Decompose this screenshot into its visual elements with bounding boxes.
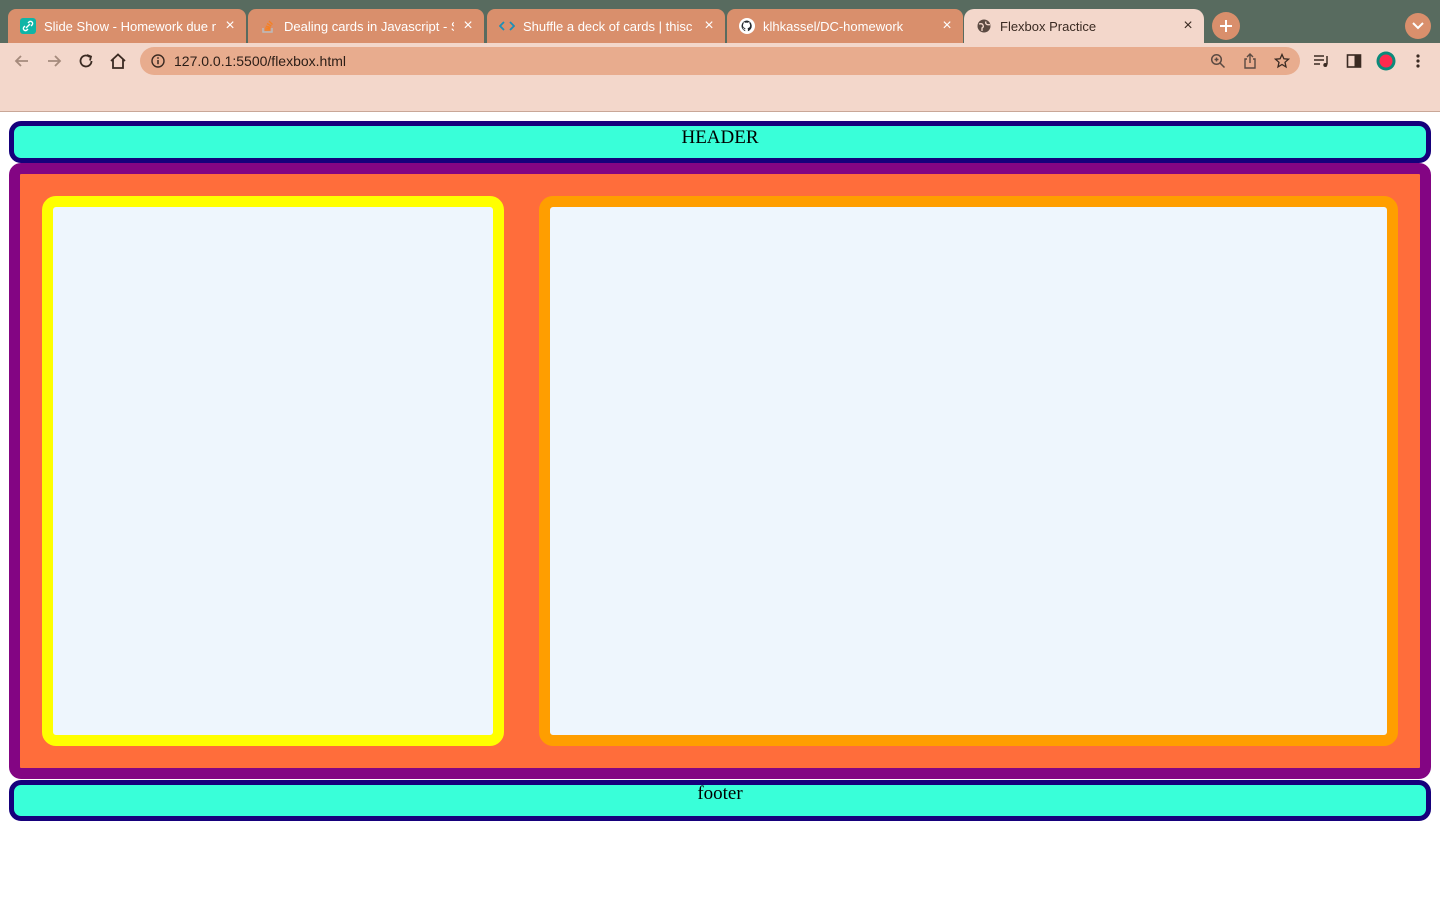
tab-strip: Slide Show - Homework due n × Dealing ca… <box>0 0 1440 43</box>
more-vertical-icon <box>1416 54 1420 68</box>
share-icon <box>1244 53 1256 69</box>
left-panel <box>42 196 504 746</box>
tab-slide-show[interactable]: Slide Show - Homework due n × <box>8 9 246 43</box>
tab-title: Flexbox Practice <box>1000 18 1097 34</box>
bookmark-button[interactable] <box>1272 51 1292 71</box>
profile-button[interactable] <box>1376 51 1396 71</box>
url-text: 127.0.0.1:5500/flexbox.html <box>174 53 347 69</box>
arrow-right-icon <box>48 55 62 67</box>
reload-icon <box>79 54 93 68</box>
main-container <box>9 163 1431 779</box>
forward-button[interactable] <box>44 51 64 71</box>
close-icon[interactable]: × <box>1180 18 1196 34</box>
stack-overflow-icon <box>260 18 276 34</box>
tab-title: klhkassel/DC-homework <box>763 18 904 34</box>
link-icon <box>20 18 36 34</box>
tab-dealing-cards[interactable]: Dealing cards in Javascript - S × <box>248 9 484 43</box>
home-button[interactable] <box>108 51 128 71</box>
reload-button[interactable] <box>76 51 96 71</box>
tab-title: Slide Show - Homework due n <box>44 18 216 34</box>
tab-shuffle-deck[interactable]: Shuffle a deck of cards | thisc × <box>487 9 725 43</box>
page-footer: footer <box>9 780 1431 821</box>
close-icon[interactable]: × <box>939 18 955 34</box>
github-icon <box>739 18 755 34</box>
home-icon <box>110 53 126 69</box>
tab-title: Dealing cards in Javascript - S <box>284 18 454 34</box>
avatar <box>1376 51 1396 71</box>
close-icon[interactable]: × <box>222 18 238 34</box>
plus-icon <box>1220 20 1232 32</box>
star-icon <box>1274 53 1290 69</box>
tab-github-dc-homework[interactable]: klhkassel/DC-homework × <box>727 9 963 43</box>
reading-list-button[interactable] <box>1312 51 1332 71</box>
share-button[interactable] <box>1240 51 1260 71</box>
tab-title: Shuffle a deck of cards | thisc <box>523 18 693 34</box>
zoom-icon <box>1210 53 1226 69</box>
back-button[interactable] <box>12 51 32 71</box>
page-header: HEADER <box>9 121 1431 163</box>
browser-toolbar: 127.0.0.1:5500/flexbox.html <box>0 43 1440 79</box>
right-panel <box>539 196 1398 746</box>
close-icon[interactable]: × <box>701 18 717 34</box>
tab-flexbox-practice[interactable]: Flexbox Practice × <box>964 9 1204 43</box>
bookmarks-bar <box>0 79 1440 112</box>
arrow-left-icon <box>14 55 28 67</box>
tab-search-button[interactable] <box>1405 13 1431 39</box>
menu-button[interactable] <box>1408 51 1428 71</box>
close-icon[interactable]: × <box>460 18 476 34</box>
address-bar[interactable]: 127.0.0.1:5500/flexbox.html <box>140 47 1300 75</box>
info-icon[interactable] <box>150 53 166 69</box>
zoom-button[interactable] <box>1208 51 1228 71</box>
media-queue-icon <box>1314 55 1328 67</box>
side-panel-button[interactable] <box>1344 51 1364 71</box>
new-tab-button[interactable] <box>1212 12 1240 40</box>
code-icon <box>499 18 515 34</box>
globe-icon <box>976 18 992 34</box>
chevron-down-icon <box>1412 22 1424 30</box>
side-panel-icon <box>1346 54 1362 68</box>
